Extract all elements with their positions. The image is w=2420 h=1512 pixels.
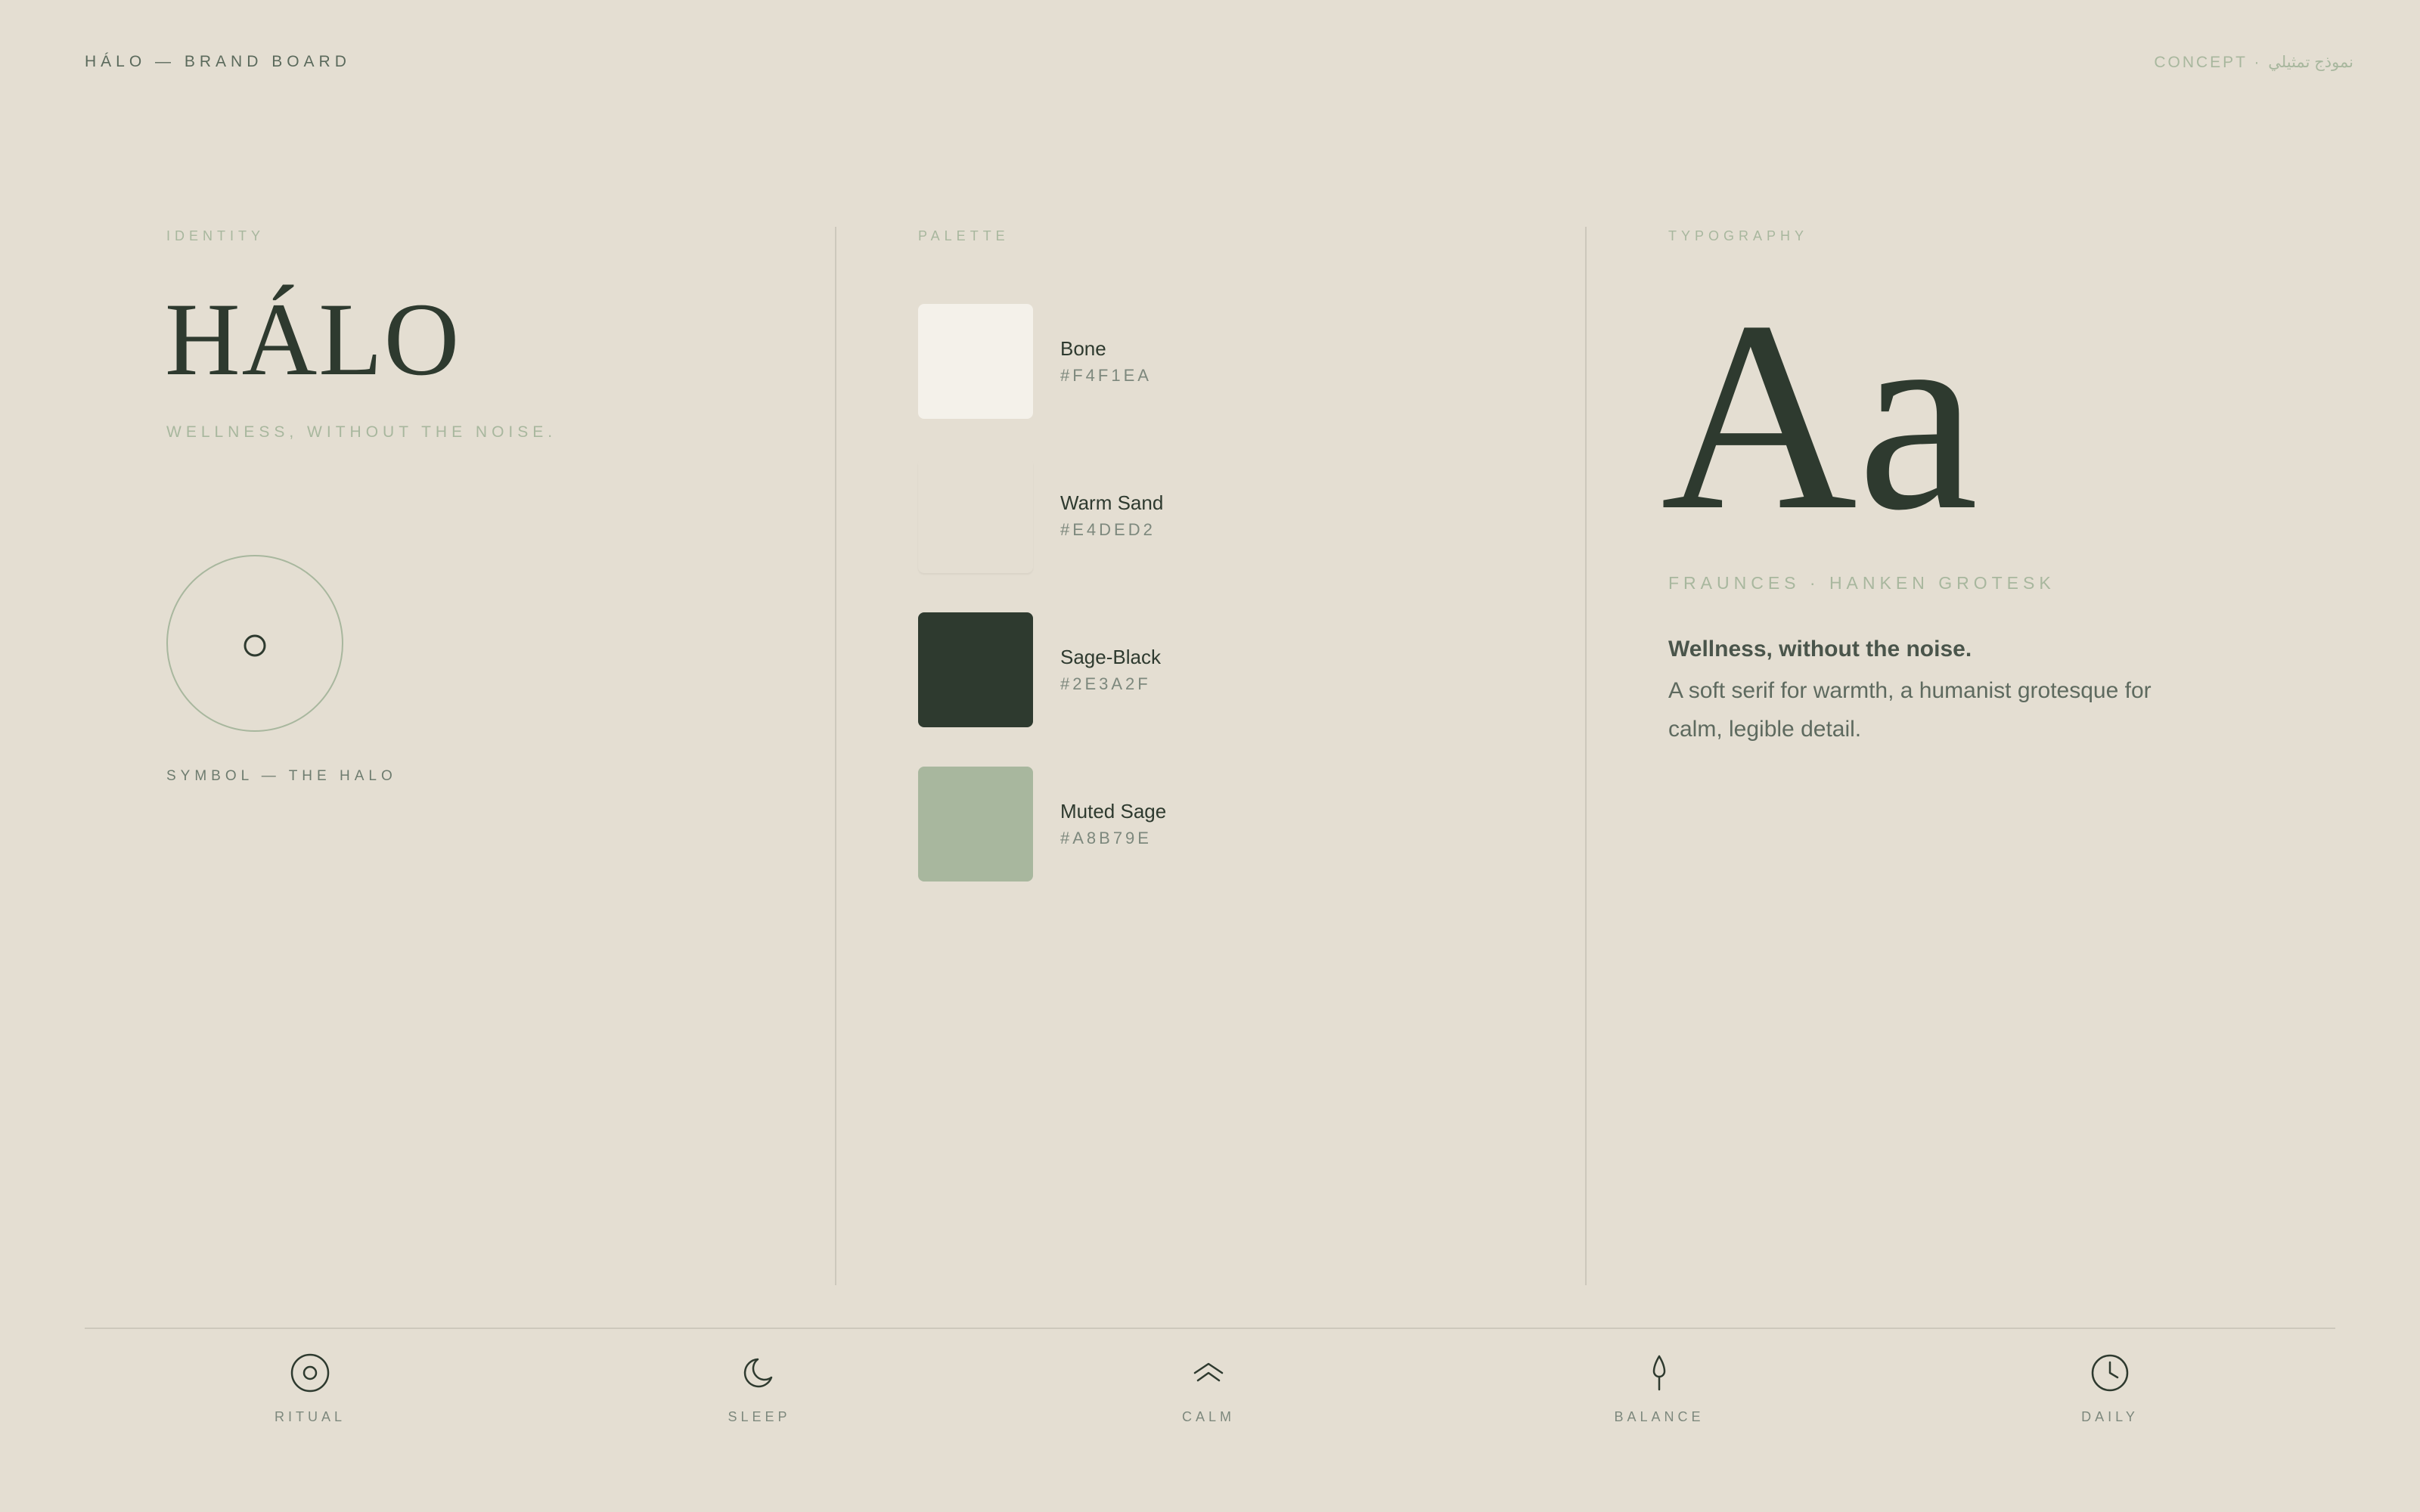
column-divider-left bbox=[835, 227, 836, 1285]
type-specimen: Aa bbox=[1661, 265, 1978, 566]
footer-label: CALM bbox=[1181, 1409, 1235, 1424]
identity-section-label: IDENTITY bbox=[166, 228, 265, 243]
swatch-name: Bone bbox=[1060, 337, 1106, 360]
ritual-circle-icon bbox=[290, 1353, 330, 1393]
column-divider-right bbox=[1585, 227, 1587, 1285]
halo-symbol-icon bbox=[166, 555, 343, 732]
swatch-name: Warm Sand bbox=[1060, 491, 1164, 514]
footer-item-calm: CALM bbox=[1133, 1352, 1284, 1425]
swatch-bone bbox=[918, 304, 1033, 419]
swatch-name: Muted Sage bbox=[1060, 800, 1167, 823]
swatch-muted-sage bbox=[918, 767, 1033, 881]
double-chevron-up-icon bbox=[1193, 1362, 1224, 1382]
moon-icon bbox=[743, 1358, 773, 1388]
footer-item-ritual: RITUAL bbox=[234, 1352, 386, 1425]
palette-section-label: PALETTE bbox=[918, 228, 1010, 243]
footer-item-daily: DAILY bbox=[2034, 1352, 2186, 1425]
wordmark: HÁLO bbox=[165, 281, 461, 397]
swatch-warm-sand bbox=[918, 458, 1033, 573]
swatch-hex: #E4DED2 bbox=[1060, 520, 1156, 539]
sample-body: A soft serif for warmth, a humanist grot… bbox=[1668, 678, 2152, 742]
swatch-hex: #A8B79E bbox=[1060, 829, 1152, 847]
swatch-sage-black bbox=[918, 612, 1033, 727]
sample-heading: Wellness, without the noise. bbox=[1668, 637, 1972, 662]
tagline: WELLNESS, WITHOUT THE NOISE. bbox=[166, 423, 557, 441]
footer-divider bbox=[85, 1328, 2335, 1329]
concept-label: CONCEPT · نموذج تمثيلي bbox=[2154, 54, 2353, 71]
droplet-icon bbox=[1652, 1355, 1666, 1391]
footer-label: DAILY bbox=[2081, 1409, 2139, 1424]
swatch-hex: #F4F1EA bbox=[1060, 366, 1152, 385]
font-names: FRAUNCES · HANKEN GROTESK bbox=[1668, 573, 2055, 593]
typography-section-label: TYPOGRAPHY bbox=[1668, 228, 1809, 243]
footer-label: SLEEP bbox=[728, 1409, 791, 1424]
footer-item-balance: BALANCE bbox=[1584, 1352, 1735, 1425]
swatch-hex: #2E3A2F bbox=[1060, 674, 1151, 693]
symbol-label: SYMBOL — THE HALO bbox=[166, 768, 397, 784]
clock-icon bbox=[2091, 1354, 2129, 1392]
footer-label: BALANCE bbox=[1614, 1409, 1705, 1424]
brand-board-title: HÁLO — BRAND BOARD bbox=[85, 53, 351, 70]
footer-label: RITUAL bbox=[274, 1409, 346, 1424]
footer-item-sleep: SLEEP bbox=[684, 1352, 835, 1425]
swatch-name: Sage-Black bbox=[1060, 646, 1161, 668]
